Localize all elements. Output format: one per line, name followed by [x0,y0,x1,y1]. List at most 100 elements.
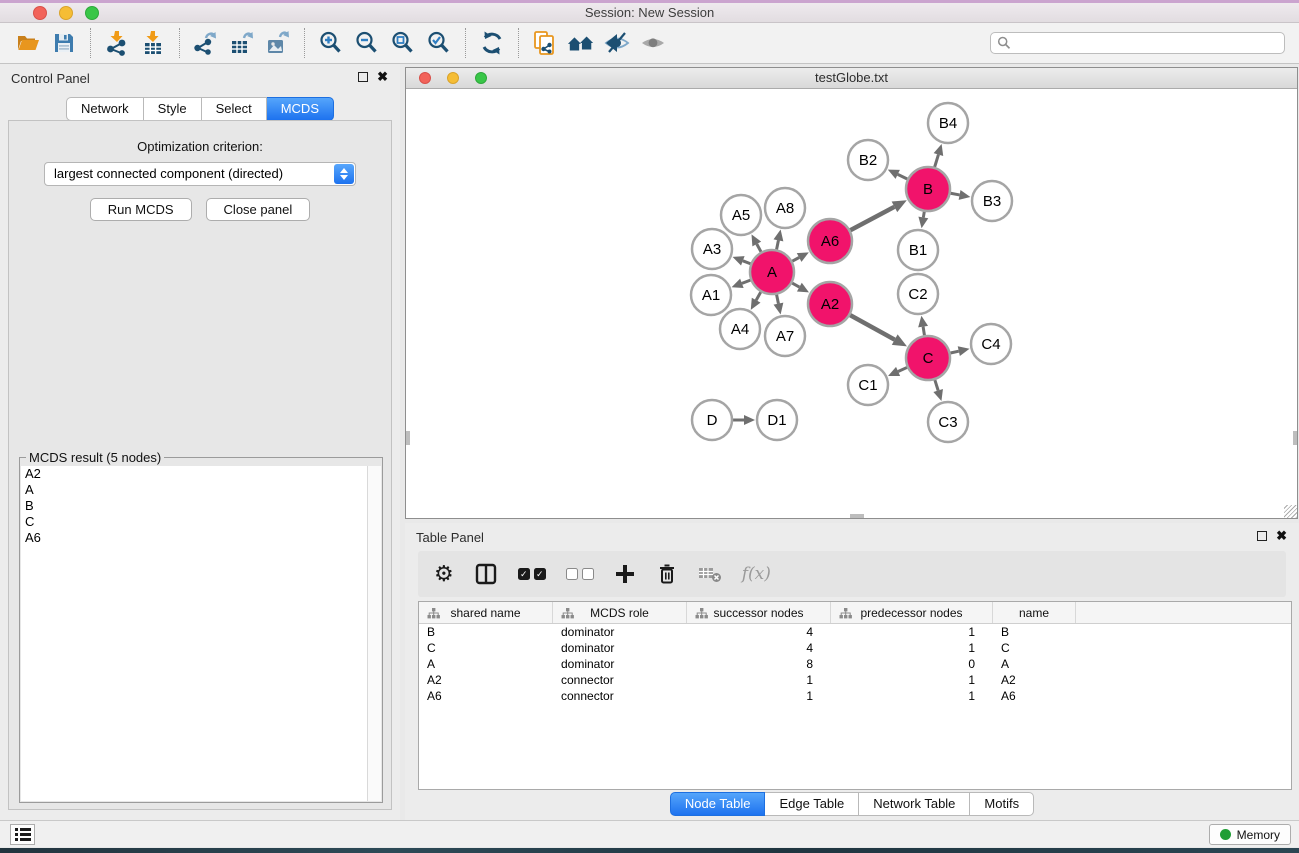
delete-table-icon[interactable] [698,564,722,584]
table-cell[interactable]: 4 [687,640,831,656]
graph-node-A1[interactable]: A1 [691,275,731,315]
tab-motifs[interactable]: Motifs [970,792,1034,816]
graph-node-B3[interactable]: B3 [972,181,1012,221]
new-network-from-selection-icon[interactable] [531,29,559,57]
canvas-vscroll-mark[interactable] [1293,431,1297,445]
save-session-icon[interactable] [50,29,78,57]
table-cell[interactable]: A [419,656,553,672]
graph-node-A6[interactable]: A6 [808,219,852,263]
graph-edge-C-C1[interactable] [898,367,907,371]
result-list-scrollbar[interactable] [368,466,381,801]
table-cell[interactable]: 8 [687,656,831,672]
graph-node-A5[interactable]: A5 [721,195,761,235]
table-cell[interactable]: B [993,624,1076,640]
table-cell[interactable]: connector [553,672,687,688]
table-cell[interactable]: A2 [993,672,1076,688]
tab-node-table[interactable]: Node Table [670,792,766,816]
graph-edge-A-A2[interactable] [792,283,799,287]
table-cell[interactable]: 1 [831,672,993,688]
graph-node-B4[interactable]: B4 [928,103,968,143]
table-row[interactable]: A2connector11A2 [419,672,1291,688]
graph-edge-A-A4[interactable] [756,292,761,300]
graph-edge-B-B2[interactable] [898,174,908,179]
close-table-panel-icon[interactable]: ✖ [1276,530,1287,542]
import-network-icon[interactable] [103,29,131,57]
graph-node-C[interactable]: C [906,336,950,380]
result-list-item[interactable]: C [21,514,367,530]
table-row[interactable]: Cdominator41C [419,640,1291,656]
graph-edge-A-A8[interactable] [777,240,779,249]
table-cell[interactable]: dominator [553,640,687,656]
graph-edge-B-B1[interactable] [923,212,924,218]
table-cell[interactable]: A [993,656,1076,672]
tab-select[interactable]: Select [202,97,267,121]
column-header-shared-name[interactable]: shared name [419,602,553,623]
table-cell[interactable]: 1 [687,688,831,704]
create-column-icon[interactable] [614,563,636,585]
hide-selected-icon[interactable] [603,29,631,57]
graph-node-A8[interactable]: A8 [765,188,805,228]
mcds-result-list[interactable]: A2ABCA6 [21,466,368,801]
search-input[interactable] [990,32,1285,54]
graph-edge-A-A6[interactable] [792,257,799,261]
zoom-fit-icon[interactable] [389,29,417,57]
table-cell[interactable]: C [419,640,553,656]
table-cell[interactable]: 1 [831,688,993,704]
graph-node-B2[interactable]: B2 [848,140,888,180]
graph-node-D1[interactable]: D1 [757,400,797,440]
tab-style[interactable]: Style [144,97,202,121]
result-list-item[interactable]: A2 [21,466,367,482]
graph-edge-C-C2[interactable] [923,327,924,336]
import-table-icon[interactable] [139,29,167,57]
show-all-icon[interactable] [639,29,667,57]
graph-node-A3[interactable]: A3 [692,229,732,269]
graph-edge-B-B4[interactable] [935,155,939,167]
first-neighbors-icon[interactable] [567,29,595,57]
network-canvas[interactable]: B4B2BB3A8A5A6A3B1AA1C2A2A4A7C4CC1C3DD1 [406,89,1297,518]
deselect-all-icon[interactable] [566,568,594,580]
refresh-icon[interactable] [478,29,506,57]
table-cell[interactable]: C [993,640,1076,656]
table-cell[interactable]: 1 [687,672,831,688]
table-cell[interactable]: 4 [687,624,831,640]
table-cell[interactable]: dominator [553,624,687,640]
close-traffic-light[interactable] [33,6,47,20]
graph-edge-B-B3[interactable] [951,193,960,195]
export-image-icon[interactable] [264,29,292,57]
graph-node-B[interactable]: B [906,167,950,211]
network-zoom-traffic-light[interactable] [475,72,487,84]
graph-node-C2[interactable]: C2 [898,274,938,314]
graph-edge-A-A1[interactable] [742,280,751,283]
criterion-select[interactable]: largest connected component (directed) [44,162,356,186]
minimize-traffic-light[interactable] [59,6,73,20]
result-list-item[interactable]: B [21,498,367,514]
node-table[interactable]: shared nameMCDS rolesuccessor nodesprede… [418,601,1292,790]
table-row[interactable]: A6connector11A6 [419,688,1291,704]
graph-node-A4[interactable]: A4 [720,309,760,349]
zoom-in-icon[interactable] [317,29,345,57]
tab-mcds[interactable]: MCDS [267,97,334,121]
graph-edge-C-C3[interactable] [935,380,938,391]
graph-edge-A-A7[interactable] [777,295,779,304]
table-cell[interactable]: connector [553,688,687,704]
select-all-icon[interactable]: ✓✓ [518,568,546,580]
canvas-vscroll-mark[interactable] [406,431,410,445]
canvas-hscroll-mark[interactable] [850,514,864,518]
export-table-icon[interactable] [228,29,256,57]
graph-edge-A-A5[interactable] [757,244,761,252]
delete-column-icon[interactable] [656,563,678,585]
graph-node-C3[interactable]: C3 [928,402,968,442]
table-row[interactable]: Bdominator41B [419,624,1291,640]
float-panel-icon[interactable] [358,72,368,82]
table-cell[interactable]: 0 [831,656,993,672]
task-history-button[interactable] [10,824,35,845]
function-builder-icon[interactable]: f(x) [742,564,771,584]
tab-network-table[interactable]: Network Table [859,792,970,816]
graph-edge-A-A3[interactable] [743,261,751,264]
table-cell[interactable]: A6 [419,688,553,704]
tab-edge-table[interactable]: Edge Table [765,792,859,816]
tab-network[interactable]: Network [66,97,144,121]
graph-node-C4[interactable]: C4 [971,324,1011,364]
memory-button[interactable]: Memory [1209,824,1291,845]
table-cell[interactable]: 1 [831,624,993,640]
